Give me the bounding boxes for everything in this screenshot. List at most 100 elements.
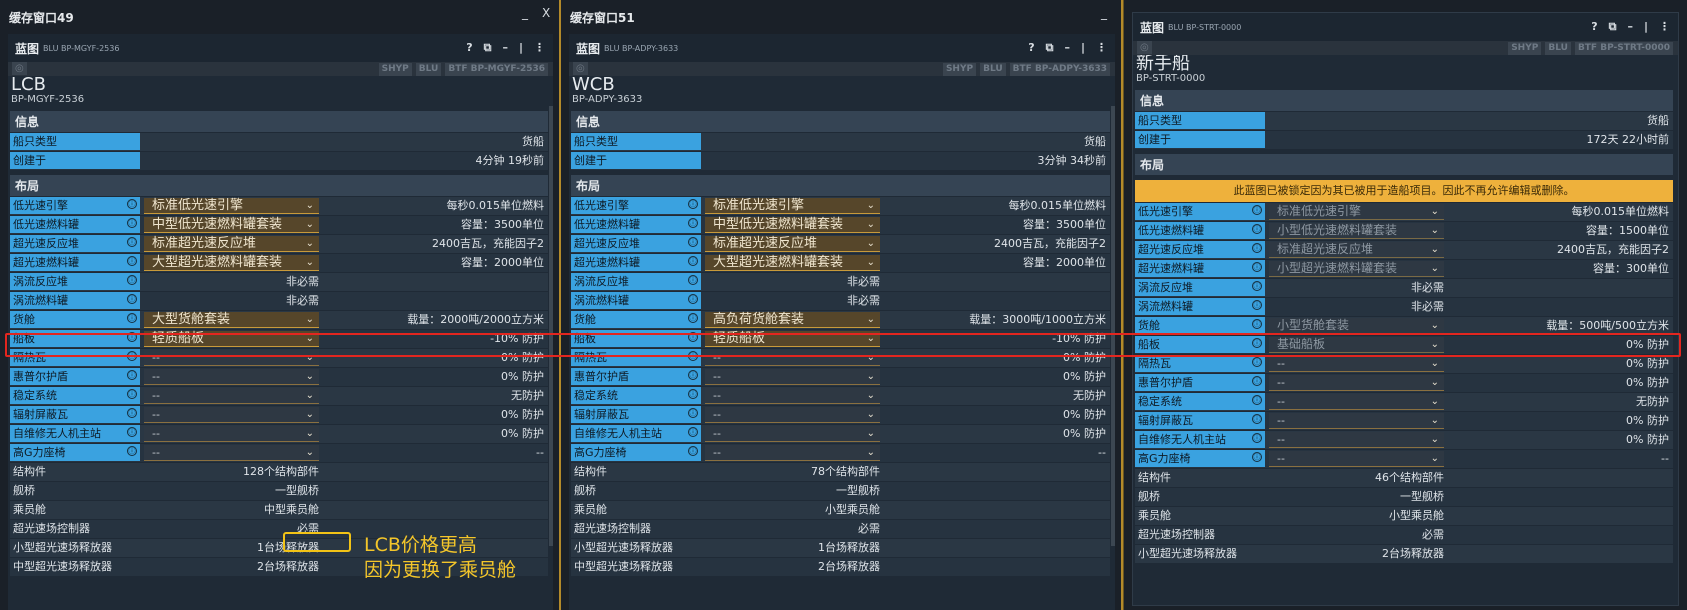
component-select[interactable]: -- ⌄ bbox=[144, 369, 319, 385]
info-icon[interactable]: ⓘ bbox=[688, 275, 698, 285]
info-icon[interactable]: ⓘ bbox=[688, 370, 698, 380]
component-select[interactable]: -- ⌄ bbox=[705, 388, 880, 404]
tag[interactable]: SHYP bbox=[378, 62, 412, 76]
tag[interactable]: SHYP bbox=[1508, 41, 1542, 55]
info-icon[interactable]: ⓘ bbox=[127, 313, 137, 323]
info-icon[interactable]: ⓘ bbox=[1252, 395, 1262, 405]
info-icon[interactable]: ⓘ bbox=[127, 256, 137, 266]
info-icon[interactable]: ⓘ bbox=[1252, 319, 1262, 329]
info-icon[interactable]: ⓘ bbox=[127, 408, 137, 418]
tag[interactable]: BLU bbox=[415, 62, 442, 76]
info-icon[interactable]: ⓘ bbox=[688, 218, 698, 228]
chevron-down-icon: ⌄ bbox=[1430, 358, 1439, 369]
tag[interactable]: BTF BP-ADPY-3633 bbox=[1009, 62, 1110, 76]
eye-slash-icon[interactable]: ◎ bbox=[573, 62, 588, 75]
component-select[interactable]: 标准超光速反应堆 ⌄ bbox=[705, 236, 880, 252]
minimize-button[interactable]: _ bbox=[1101, 6, 1107, 20]
component-label: 自维修无人机主站 ⓘ bbox=[10, 425, 140, 442]
minimize-panel-button[interactable]: – bbox=[1627, 20, 1633, 34]
info-icon[interactable]: ⓘ bbox=[1252, 433, 1262, 443]
info-icon[interactable]: ⓘ bbox=[127, 294, 137, 304]
info-icon[interactable]: ⓘ bbox=[127, 218, 137, 228]
tag[interactable]: BTF BP-MGYF-2536 bbox=[445, 62, 548, 76]
info-icon[interactable]: ⓘ bbox=[1252, 452, 1262, 462]
info-icon[interactable]: ⓘ bbox=[1252, 357, 1262, 367]
minimize-panel-button[interactable]: – bbox=[1064, 41, 1070, 55]
info-icon[interactable]: ⓘ bbox=[688, 199, 698, 209]
component-select[interactable]: -- ⌄ bbox=[705, 445, 880, 461]
component-select[interactable]: -- ⌄ bbox=[1269, 432, 1444, 448]
component-select[interactable]: 标准低光速引擎 ⌄ bbox=[144, 198, 319, 214]
info-icon[interactable]: ⓘ bbox=[127, 427, 137, 437]
component-select[interactable]: 标准低光速引擎 ⌄ bbox=[705, 198, 880, 214]
popout-button[interactable]: ⧉ bbox=[1046, 41, 1054, 55]
scrollbar[interactable] bbox=[549, 106, 553, 546]
chevron-down-icon: ⌄ bbox=[1430, 396, 1439, 407]
info-icon[interactable]: ⓘ bbox=[127, 199, 137, 209]
info-label: 创建于 bbox=[571, 152, 701, 169]
popout-button[interactable]: ⧉ bbox=[1609, 20, 1617, 34]
info-icon[interactable]: ⓘ bbox=[688, 294, 698, 304]
info-icon[interactable]: ⓘ bbox=[1252, 376, 1262, 386]
component-select[interactable]: 大型超光速燃料罐套装 ⌄ bbox=[144, 255, 319, 271]
info-icon[interactable]: ⓘ bbox=[1252, 281, 1262, 291]
scrollbar[interactable] bbox=[1111, 106, 1115, 546]
layout-row: 惠普尔护盾 ⓘ -- ⌄ 0% 防护 bbox=[571, 368, 1110, 386]
component-select[interactable]: 中型低光速燃料罐套装 ⌄ bbox=[705, 217, 880, 233]
component-label: 超光速燃料罐 ⓘ bbox=[571, 254, 701, 271]
info-icon[interactable]: ⓘ bbox=[127, 446, 137, 456]
component-select[interactable]: -- ⌄ bbox=[144, 445, 319, 461]
component-select[interactable]: 高负荷货舱套装 ⌄ bbox=[705, 312, 880, 328]
chevron-down-icon: ⌄ bbox=[866, 200, 875, 211]
tag[interactable]: BTF BP-STRT-0000 bbox=[1574, 41, 1673, 55]
eye-slash-icon[interactable]: ◎ bbox=[12, 62, 27, 75]
component-select[interactable]: -- ⌄ bbox=[144, 426, 319, 442]
info-icon[interactable]: ⓘ bbox=[127, 275, 137, 285]
close-button[interactable]: X bbox=[542, 6, 550, 20]
component-select[interactable]: -- ⌄ bbox=[1269, 394, 1444, 410]
component-select[interactable]: -- ⌄ bbox=[144, 388, 319, 404]
component-select[interactable]: -- ⌄ bbox=[144, 407, 319, 423]
component-select[interactable]: -- ⌄ bbox=[705, 407, 880, 423]
component-select[interactable]: -- ⌄ bbox=[1269, 413, 1444, 429]
info-icon[interactable]: ⓘ bbox=[688, 389, 698, 399]
component-select[interactable]: 中型低光速燃料罐套装 ⌄ bbox=[144, 217, 319, 233]
info-icon[interactable]: ⓘ bbox=[1252, 300, 1262, 310]
minimize-panel-button[interactable]: – bbox=[502, 41, 508, 55]
tag[interactable]: SHYP bbox=[942, 62, 977, 76]
popout-button[interactable]: ⧉ bbox=[484, 41, 492, 55]
component-select[interactable]: -- ⌄ bbox=[705, 369, 880, 385]
info-icon[interactable]: ⓘ bbox=[1252, 262, 1262, 272]
minimize-button[interactable]: _ bbox=[522, 6, 528, 20]
info-icon[interactable]: ⓘ bbox=[688, 446, 698, 456]
locked-warning: 此蓝图已被锁定因为其已被用于造船项目。因此不再允许编辑或删除。 bbox=[1135, 180, 1673, 202]
info-icon[interactable]: ⓘ bbox=[127, 237, 137, 247]
help-button[interactable]: ? bbox=[1591, 20, 1597, 34]
info-icon[interactable]: ⓘ bbox=[688, 256, 698, 266]
menu-button[interactable]: ⋮ bbox=[1659, 20, 1670, 34]
component-select[interactable]: -- ⌄ bbox=[705, 426, 880, 442]
tag[interactable]: BLU bbox=[980, 62, 1006, 76]
help-button[interactable]: ? bbox=[1028, 41, 1034, 55]
component-select[interactable]: -- ⌄ bbox=[1269, 451, 1444, 467]
info-icon[interactable]: ⓘ bbox=[1252, 414, 1262, 424]
help-button[interactable]: ? bbox=[466, 41, 472, 55]
menu-button[interactable]: ⋮ bbox=[534, 41, 545, 55]
info-icon[interactable]: ⓘ bbox=[688, 237, 698, 247]
info-icon[interactable]: ⓘ bbox=[1252, 224, 1262, 234]
eye-slash-icon[interactable]: ◎ bbox=[1137, 41, 1152, 54]
menu-button[interactable]: ⋮ bbox=[1096, 41, 1107, 55]
info-icon[interactable]: ⓘ bbox=[688, 427, 698, 437]
component-select[interactable]: 标准超光速反应堆 ⌄ bbox=[144, 236, 319, 252]
component-select[interactable]: 大型货舱套装 ⌄ bbox=[144, 312, 319, 328]
tag[interactable]: BLU bbox=[1545, 41, 1571, 55]
info-icon[interactable]: ⓘ bbox=[127, 389, 137, 399]
info-icon[interactable]: ⓘ bbox=[1252, 205, 1262, 215]
info-icon[interactable]: ⓘ bbox=[1252, 243, 1262, 253]
info-icon[interactable]: ⓘ bbox=[127, 370, 137, 380]
component-select[interactable]: -- ⌄ bbox=[1269, 375, 1444, 391]
component-select[interactable]: 大型超光速燃料罐套装 ⌄ bbox=[705, 255, 880, 271]
component-select[interactable]: -- ⌄ bbox=[1269, 356, 1444, 372]
info-icon[interactable]: ⓘ bbox=[688, 408, 698, 418]
info-icon[interactable]: ⓘ bbox=[688, 313, 698, 323]
